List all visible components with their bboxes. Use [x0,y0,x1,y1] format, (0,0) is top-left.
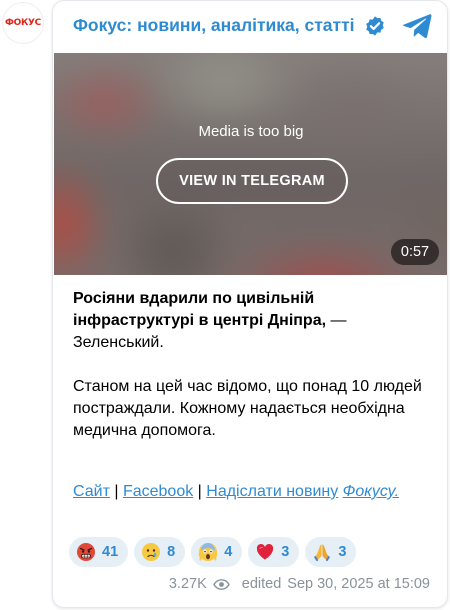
verified-badge-icon [366,16,384,36]
site-link[interactable]: Сайт [73,483,110,500]
submit-news-link[interactable]: Надіслати новину [206,483,338,500]
post-body: Станом на цей час відомо, що понад 10 лю… [73,378,422,439]
message-meta: 3.27K edited Sep 30, 2025 at 15:09 [169,575,430,593]
channel-title[interactable]: Фокус: новини, аналітика, статті [73,15,355,36]
video-duration-badge: 0:57 [391,239,439,265]
view-count: 3.27K [168,576,207,592]
view-in-telegram-button[interactable]: VIEW IN TELEGRAM [156,158,348,204]
crying-face-icon [142,543,161,561]
reaction-heart[interactable]: 3 [248,537,300,567]
reaction-count: 4 [224,544,233,560]
post-text: Росіяни вдарили по цивільній інфраструкт… [73,288,433,464]
reaction-crying[interactable]: 8 [134,537,186,567]
facebook-link[interactable]: Facebook [123,483,193,500]
screaming-face-icon [198,543,218,561]
message-card: Фокус: новини, аналітика, статті Media i… [52,0,448,608]
red-heart-icon [257,543,274,560]
angry-face-icon [77,543,95,561]
media-too-big-notice: Media is too big [198,123,304,140]
post-headline-paragraph: Росіяни вдарили по цивільній інфраструкт… [73,288,433,354]
reaction-pray[interactable]: 3 [305,537,357,567]
post-headline: Росіяни вдарили по цивільній інфраструкт… [73,290,327,329]
reaction-count: 3 [281,544,290,560]
link-separator: | [193,483,207,500]
folded-hands-icon [314,544,331,562]
channel-avatar[interactable]: ФОКУС [2,2,44,44]
eye-icon [212,578,230,590]
message-header: Фокус: новини, аналітика, статті [53,1,447,51]
reaction-count: 3 [338,544,347,560]
video-preview[interactable]: Media is too big VIEW IN TELEGRAM 0:57 [54,53,447,275]
reaction-count: 8 [167,544,176,560]
reaction-screaming[interactable]: 4 [191,537,243,567]
avatar-logo-text: ФОКУС [5,18,41,28]
link-separator: | [109,483,123,500]
reaction-angry[interactable]: 41 [69,537,129,567]
edited-label: edited [241,576,282,592]
focus-link[interactable]: Фокусу. [343,483,399,500]
telegram-logo-icon[interactable] [402,13,432,39]
reactions-bar: 41 8 4 3 3 [69,537,357,567]
reaction-count: 41 [102,544,119,560]
post-links: Сайт | Facebook | Надіслати новину Фокус… [73,481,403,503]
message-timestamp[interactable]: Sep 30, 2025 at 15:09 [287,576,430,592]
